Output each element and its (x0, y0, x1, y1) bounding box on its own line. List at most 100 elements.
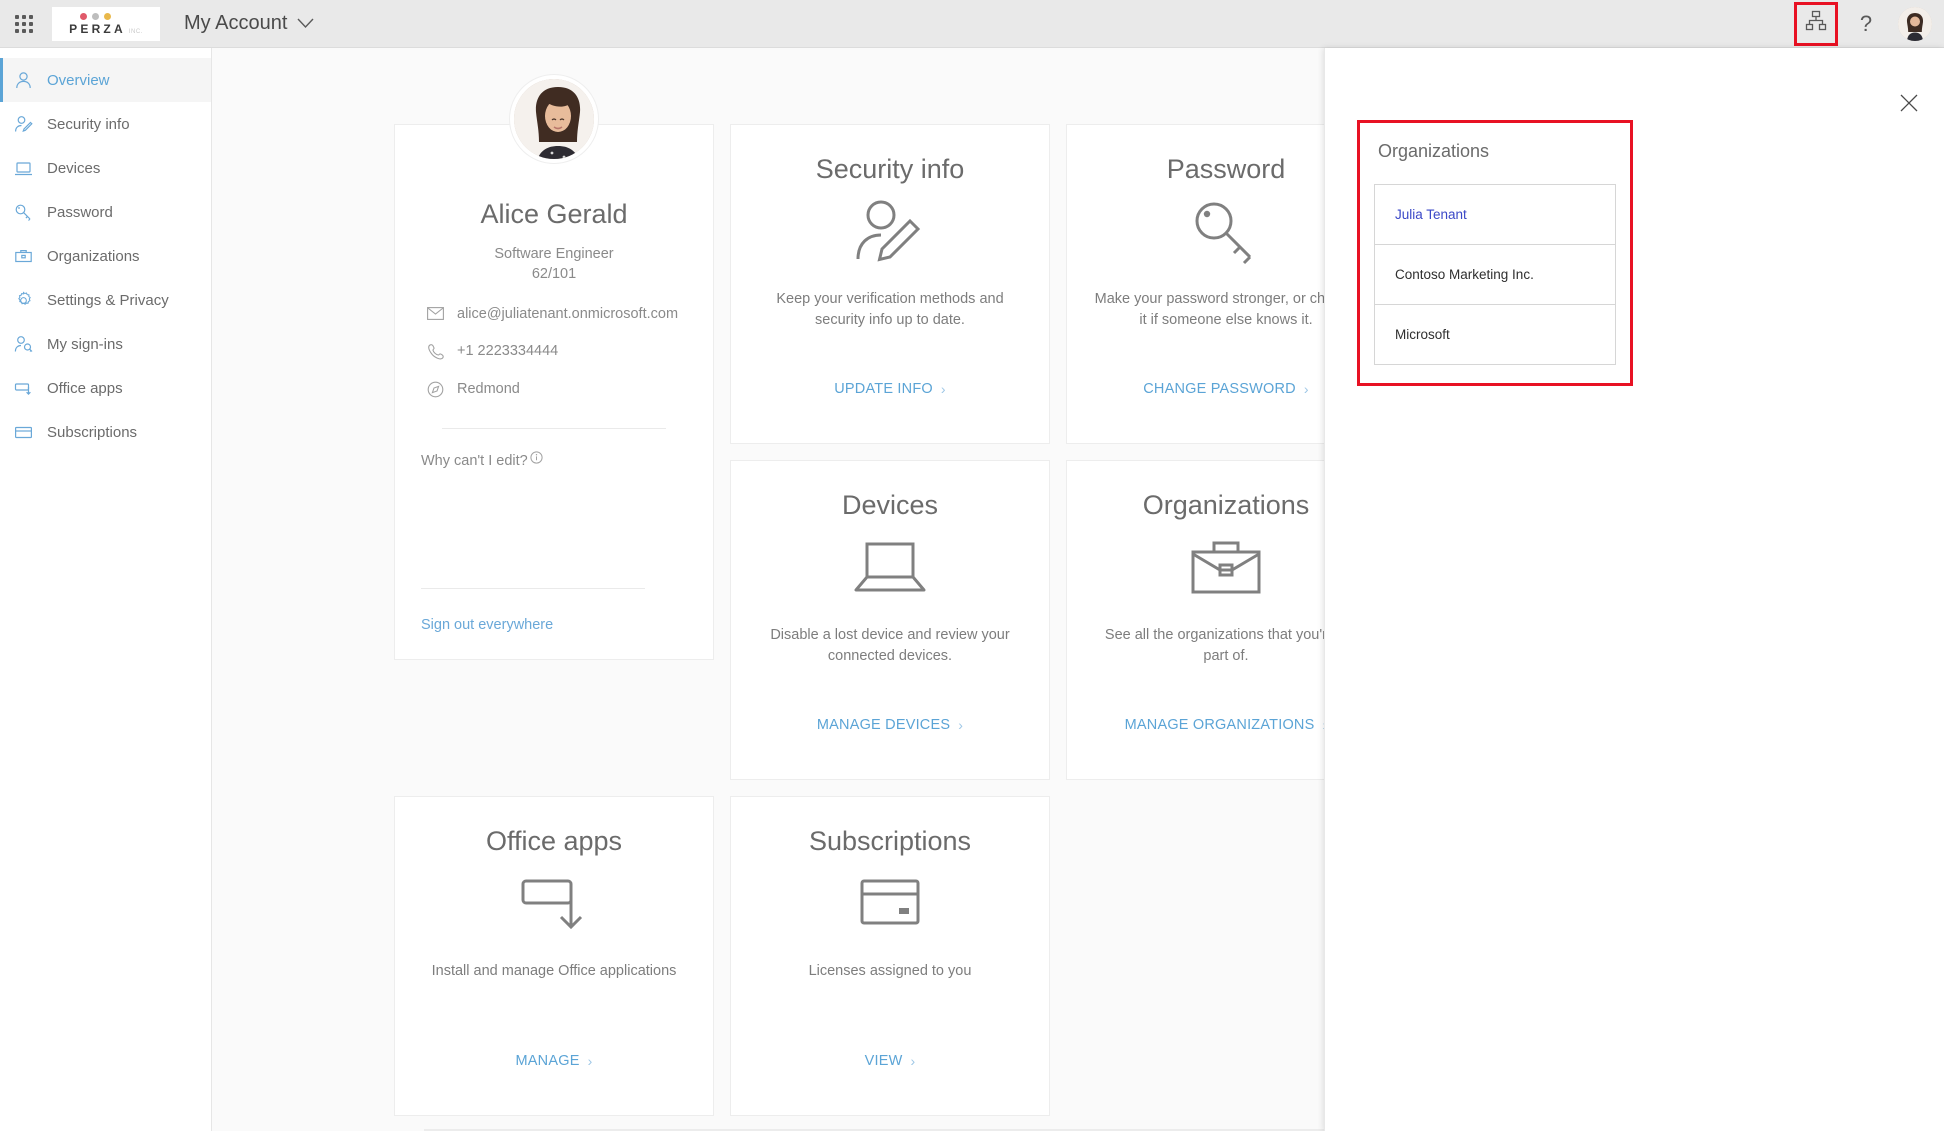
sidebar-item-my-sign-ins[interactable]: My sign-ins (0, 322, 211, 366)
app-title-menu[interactable]: My Account (184, 12, 314, 35)
why-cant-i-edit-link[interactable]: Why can't I edit? (421, 450, 543, 469)
profile-phone: +1 2223334444 (457, 343, 559, 360)
organizations-heading: Organizations (1378, 141, 1490, 161)
sidebar-item-devices[interactable]: Devices (0, 146, 211, 190)
sidebar-item-label: Organizations (47, 247, 140, 265)
sidebar-item-label: Overview (47, 71, 110, 89)
view-subscriptions-link[interactable]: VIEW › (865, 1053, 916, 1069)
organizations-panel: Organizations Julia Tenant Contoso Marke… (1324, 48, 1944, 1131)
chevron-right-icon: › (1303, 381, 1309, 397)
card-link-label: VIEW (864, 1053, 903, 1069)
org-hierarchy-button[interactable] (1794, 1, 1838, 46)
header-actions: ? (1794, 0, 1944, 48)
location-compass-icon (425, 381, 445, 398)
sidebar-item-label: Settings & Privacy (47, 291, 169, 309)
profile-role: Software Engineer (494, 246, 614, 262)
mail-icon (425, 307, 445, 321)
profile-card: Alice Gerald Software Engineer 62/101 al… (394, 75, 714, 660)
download-app-icon (519, 861, 589, 947)
sign-out-everywhere-link[interactable]: Sign out everywhere (421, 617, 553, 633)
list-item[interactable]: Contoso Marketing Inc. (1375, 245, 1615, 305)
laptop-icon (852, 525, 928, 611)
manage-office-apps-link[interactable]: MANAGE › (516, 1053, 593, 1069)
sidebar-item-password[interactable]: Password (0, 190, 211, 234)
chevron-right-icon: › (587, 1053, 593, 1069)
card-description: See all the organizations that you're a … (1104, 626, 1348, 664)
waffle-icon (15, 14, 33, 33)
person-edit-icon (12, 113, 34, 135)
sidebar-item-label: Password (47, 203, 113, 221)
sidebar-item-label: Office apps (47, 379, 123, 397)
card-description: Licenses assigned to you (808, 962, 972, 979)
help-icon: ? (1859, 10, 1873, 36)
chevron-right-icon: › (910, 1053, 916, 1069)
card-link-label: CHANGE PASSWORD (1143, 381, 1296, 397)
app-title-label: My Account (184, 12, 288, 34)
sidebar-item-settings-privacy[interactable]: Settings & Privacy (0, 278, 211, 322)
briefcase-icon (1190, 525, 1262, 611)
organization-name: Microsoft (1395, 327, 1450, 342)
chevron-down-icon (297, 12, 314, 35)
sidebar-item-label: Subscriptions (47, 423, 138, 441)
chevron-right-icon: › (940, 381, 946, 397)
card-subscriptions[interactable]: Subscriptions Licenses assigned to you V… (730, 796, 1050, 1116)
card-title: Devices (841, 490, 939, 520)
profile-employee-id: 62/101 (531, 266, 577, 283)
avatar[interactable] (1898, 6, 1932, 41)
card-title: Office apps (485, 826, 623, 856)
card-link-label: MANAGE ORGANIZATIONS (1124, 717, 1315, 733)
why-cant-i-edit-label: Why can't I edit? (421, 452, 528, 469)
profile-location: Redmond (457, 381, 520, 398)
profile-email-row: alice@juliatenant.onmicrosoft.com (421, 306, 678, 322)
phone-icon (425, 343, 445, 360)
top-header: PERZA INC. My Account ? (0, 0, 1944, 48)
card-security-info[interactable]: Security info Keep your verification met… (730, 124, 1050, 444)
brand-suffix: INC. (128, 29, 143, 35)
organizations-box: Organizations Julia Tenant Contoso Marke… (1357, 120, 1633, 386)
manage-devices-link[interactable]: MANAGE DEVICES › (817, 717, 963, 733)
sidebar-item-label: Devices (47, 159, 101, 177)
card-devices[interactable]: Devices Disable a lost device and review… (730, 460, 1050, 780)
sidebar-nav: Overview Security info Devices Password (0, 48, 212, 1131)
person-edit-icon (853, 189, 927, 275)
sidebar-item-subscriptions[interactable]: Subscriptions (0, 410, 211, 454)
profile-phone-row: +1 2223334444 (421, 343, 558, 360)
card-office-apps[interactable]: Office apps Install and manage Office ap… (394, 796, 714, 1116)
sidebar-item-organizations[interactable]: Organizations (0, 234, 211, 278)
profile-divider-bottom (421, 588, 645, 589)
update-info-link[interactable]: UPDATE INFO › (834, 381, 945, 397)
info-icon (530, 450, 543, 468)
sidebar-item-overview[interactable]: Overview (0, 58, 211, 102)
manage-organizations-link[interactable]: MANAGE ORGANIZATIONS › (1125, 717, 1328, 733)
list-item[interactable]: Julia Tenant (1375, 185, 1615, 245)
profile-name: Alice Gerald (480, 199, 628, 229)
profile-avatar (510, 75, 598, 163)
change-password-link[interactable]: CHANGE PASSWORD › (1143, 381, 1308, 397)
organization-name: Julia Tenant (1395, 207, 1467, 222)
card-title: Security info (815, 154, 965, 184)
person-key-icon (12, 333, 34, 355)
chevron-right-icon: › (958, 717, 964, 733)
laptop-icon (12, 157, 34, 179)
organization-hierarchy-icon (1805, 10, 1827, 37)
profile-divider (442, 427, 666, 429)
card-description: Keep your verification methods and secur… (776, 290, 1004, 328)
sidebar-item-office-apps[interactable]: Office apps (0, 366, 211, 410)
list-item[interactable]: Microsoft (1375, 305, 1615, 365)
card-icon (12, 421, 34, 443)
sidebar-item-security-info[interactable]: Security info (0, 102, 211, 146)
app-launcher-button[interactable] (0, 0, 48, 48)
close-panel-button[interactable] (1896, 92, 1922, 118)
download-app-icon (12, 377, 34, 399)
help-button[interactable]: ? (1844, 2, 1888, 46)
card-link-label: MANAGE DEVICES (816, 717, 951, 733)
organizations-list: Julia Tenant Contoso Marketing Inc. Micr… (1374, 184, 1616, 365)
close-icon (1900, 94, 1918, 117)
brand-name: PERZA (69, 22, 126, 36)
person-icon (12, 69, 34, 91)
brand-logo[interactable]: PERZA INC. (52, 6, 160, 41)
gear-icon (12, 289, 34, 311)
key-icon (12, 201, 34, 223)
briefcase-icon (12, 245, 34, 267)
card-description: Disable a lost device and review your co… (770, 626, 1010, 664)
